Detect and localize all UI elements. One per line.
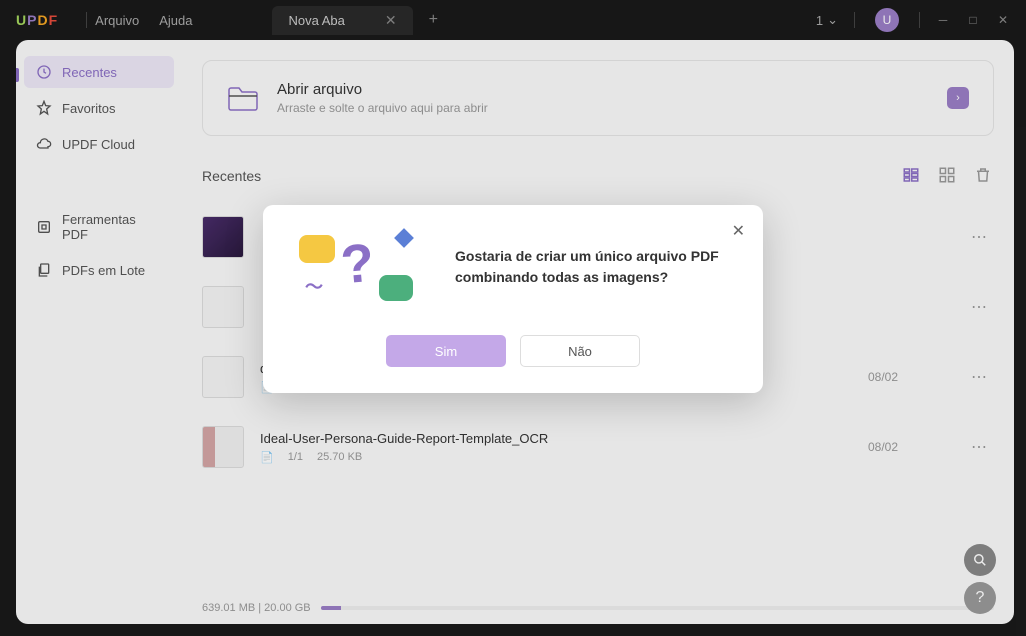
combine-images-modal: ✕ ? ～ Gostaria de criar um único arquivo…: [263, 205, 763, 393]
no-button[interactable]: Não: [520, 335, 640, 367]
modal-illustration: ? ～: [291, 227, 431, 307]
modal-overlay: ✕ ? ～ Gostaria de criar um único arquivo…: [0, 0, 1026, 636]
modal-text: Gostaria de criar um único arquivo PDF c…: [455, 246, 735, 288]
close-icon[interactable]: ✕: [732, 221, 745, 241]
modal-buttons: Sim Não: [291, 335, 735, 367]
yes-button[interactable]: Sim: [386, 335, 506, 367]
